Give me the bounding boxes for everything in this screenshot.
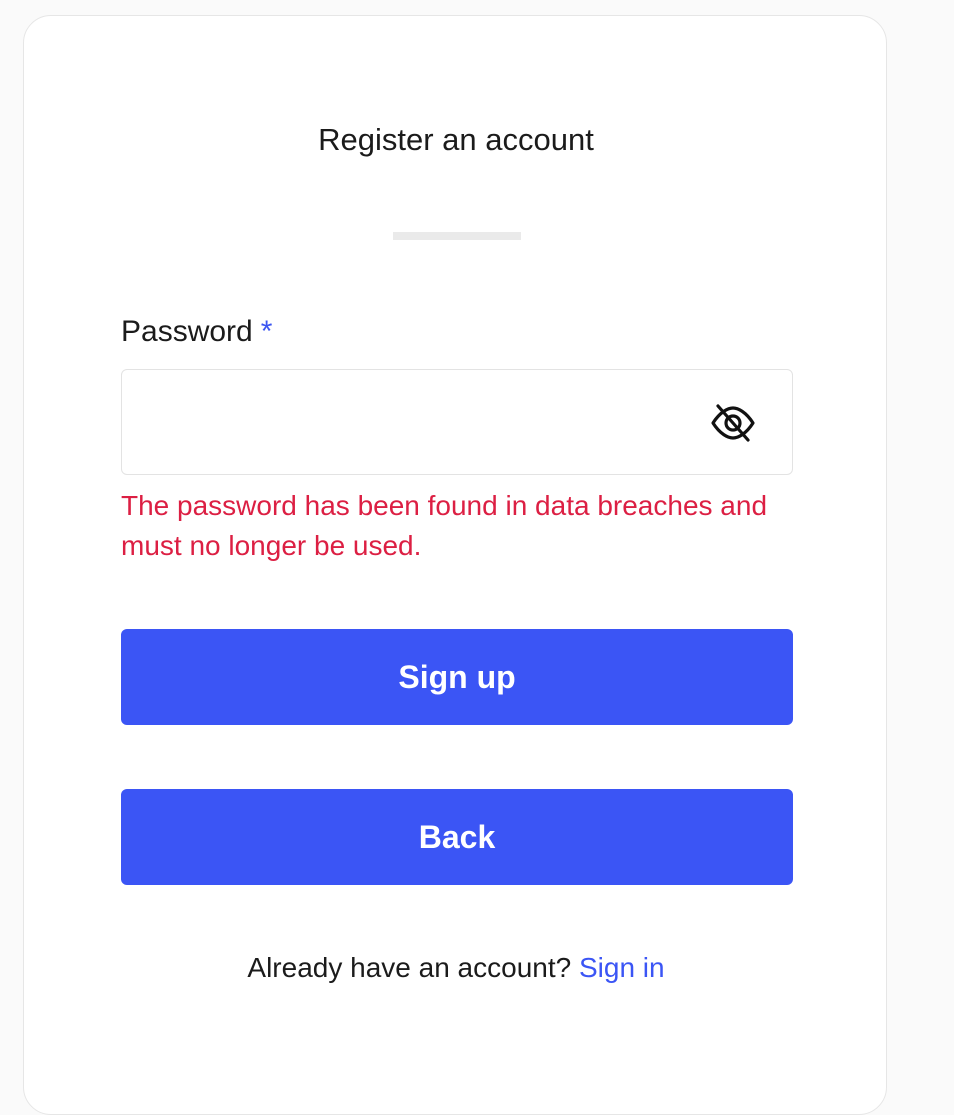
register-card: Register an account Password * The passwo… [23, 15, 887, 1115]
sign-in-link[interactable]: Sign in [579, 952, 665, 983]
password-field-wrapper [121, 369, 793, 475]
password-label-text: Password [121, 315, 253, 348]
signin-prompt: Already have an account? Sign in [24, 948, 888, 988]
password-label: Password * [121, 312, 272, 352]
sign-up-button[interactable]: Sign up [121, 629, 793, 725]
password-input[interactable] [122, 370, 682, 474]
back-button[interactable]: Back [121, 789, 793, 885]
required-marker: * [260, 315, 273, 348]
page-title: Register an account [318, 122, 594, 157]
eye-off-icon[interactable] [710, 400, 756, 446]
signin-prompt-text: Already have an account? [247, 952, 572, 983]
password-error-message: The password has been found in data brea… [121, 490, 768, 561]
divider [393, 232, 521, 240]
